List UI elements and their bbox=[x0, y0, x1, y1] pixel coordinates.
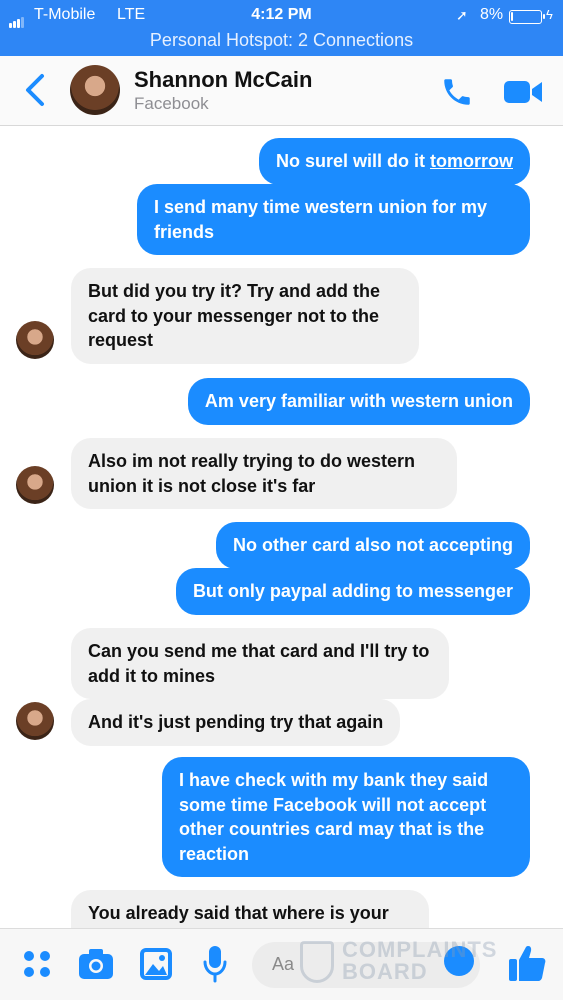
contact-name[interactable]: Shannon McCain bbox=[134, 67, 312, 93]
clock: 4:12 PM bbox=[251, 6, 312, 23]
message-incoming[interactable]: You already said that where is your frie… bbox=[71, 890, 429, 928]
video-camera-icon[interactable] bbox=[503, 77, 543, 107]
location-arrow-icon: ➚ bbox=[456, 7, 468, 23]
charging-bolt-icon: ϟ bbox=[546, 7, 553, 22]
contact-subtitle: Facebook bbox=[134, 94, 209, 113]
conversation-header: Shannon McCain Facebook bbox=[0, 56, 563, 126]
more-options-icon[interactable] bbox=[22, 949, 52, 979]
message-outgoing[interactable]: But only paypal adding to messenger bbox=[175, 568, 530, 615]
message-outgoing[interactable]: I send many time western union for my fr… bbox=[137, 184, 530, 255]
message-outgoing[interactable]: No surel will do it tomorrow bbox=[258, 138, 530, 185]
sender-avatar[interactable] bbox=[16, 702, 54, 740]
emoji-icon[interactable] bbox=[444, 946, 474, 976]
sender-avatar[interactable] bbox=[16, 466, 54, 504]
message-incoming[interactable]: But did you try it? Try and add the card… bbox=[71, 268, 419, 364]
thumbs-up-icon[interactable] bbox=[507, 943, 547, 983]
message-incoming[interactable]: And it's just pending try that again bbox=[71, 699, 401, 746]
phone-icon[interactable] bbox=[440, 75, 474, 109]
message-list[interactable]: No surel will do it tomorrow I send many… bbox=[0, 126, 563, 928]
message-link[interactable]: tomorrow bbox=[430, 151, 513, 171]
message-outgoing[interactable]: I have check with my bank they said some… bbox=[162, 757, 530, 877]
message-outgoing[interactable]: Am very familiar with western union bbox=[187, 378, 530, 425]
status-bar: T-Mobile LTE 4:12 PM ➚ 8% ϟ Personal Hot… bbox=[0, 0, 563, 56]
message-incoming[interactable]: Also im not really trying to do western … bbox=[71, 438, 457, 509]
microphone-icon[interactable] bbox=[202, 945, 228, 983]
message-input-placeholder: Aa bbox=[272, 954, 295, 974]
gallery-icon[interactable] bbox=[139, 947, 173, 981]
sender-avatar[interactable] bbox=[16, 321, 54, 359]
hotspot-banner[interactable]: Personal Hotspot: 2 Connections bbox=[0, 30, 563, 51]
message-incoming[interactable]: Can you send me that card and I'll try t… bbox=[71, 628, 449, 699]
back-chevron-icon[interactable] bbox=[24, 73, 46, 107]
contact-avatar[interactable] bbox=[70, 65, 120, 115]
battery-icon bbox=[509, 10, 545, 24]
composer-bar: Aa COMPLAINTS BOARD bbox=[0, 928, 563, 1000]
camera-icon[interactable] bbox=[78, 947, 114, 981]
battery-percent: 8% bbox=[480, 6, 504, 23]
message-outgoing[interactable]: No other card also not accepting bbox=[215, 522, 530, 569]
